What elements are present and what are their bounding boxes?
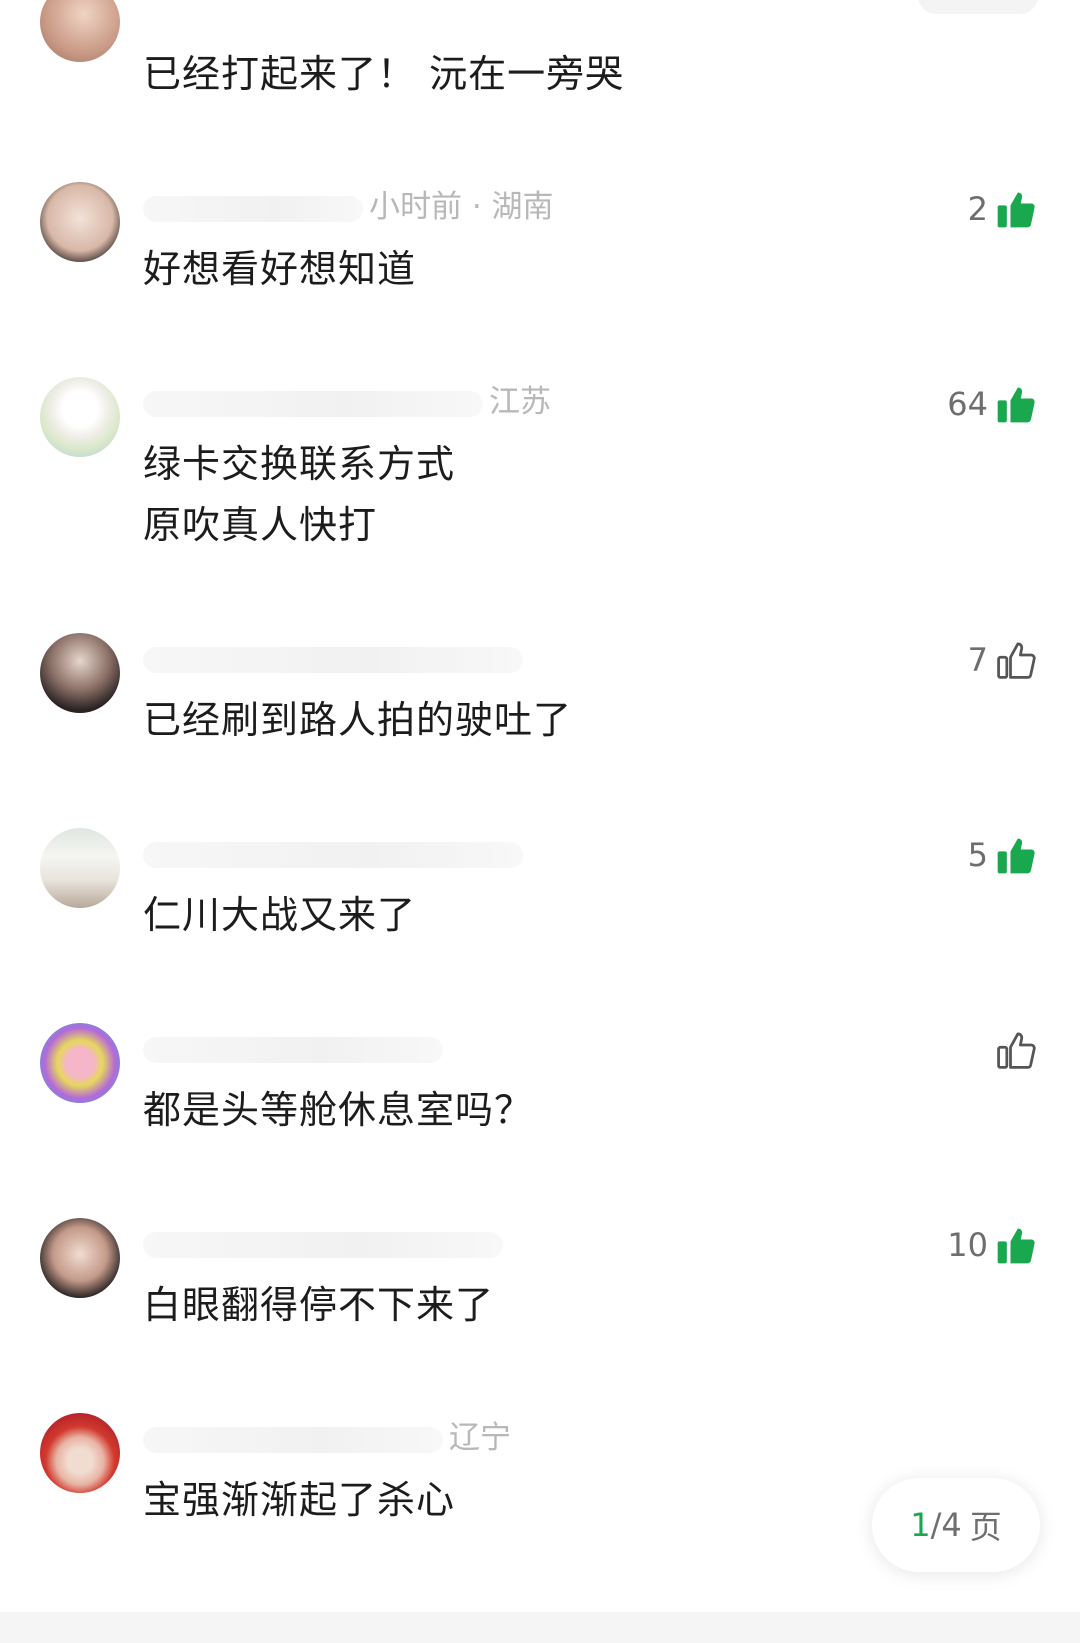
comment-meta (143, 638, 529, 678)
comment-text: 仁川大战又来了 (143, 893, 417, 937)
top-pill-shape (918, 0, 1038, 14)
comment-text: 好想看好想知道 (143, 247, 417, 291)
thumbs-up-outline-icon (997, 642, 1036, 679)
avatar[interactable] (40, 377, 120, 457)
comment-text: 绿卡交换联系方式 (143, 442, 456, 486)
avatar[interactable] (40, 0, 120, 62)
page-total: /4 (930, 1506, 962, 1544)
like-count: 64 (947, 385, 988, 423)
username-blur (143, 1426, 443, 1453)
like-control[interactable] (988, 1026, 1038, 1074)
thumbs-up-filled-icon (997, 387, 1035, 423)
username-blur (143, 841, 523, 868)
page-indicator[interactable]: 1/4 页 (872, 1478, 1040, 1572)
comment-text: 已经刷到路人拍的驶吐了 (143, 698, 573, 742)
avatar[interactable] (40, 1413, 120, 1493)
page-suffix: 页 (969, 1508, 1002, 1546)
like-control[interactable]: 2 (968, 185, 1038, 233)
avatar[interactable] (40, 1023, 120, 1103)
comment-meta: 辽宁 (143, 1418, 511, 1458)
username-blur (143, 390, 483, 417)
comment-text: 已经打起来了！ 沅在一旁哭 (143, 52, 625, 96)
avatar[interactable] (40, 828, 120, 908)
page-current: 1 (910, 1506, 931, 1544)
comment-meta-text: 江苏 (489, 384, 551, 420)
like-control[interactable]: 5 (968, 831, 1038, 879)
like-count: 7 (967, 641, 988, 679)
avatar[interactable] (40, 182, 120, 262)
thumbs-up-filled-icon (997, 192, 1035, 228)
comment-meta (143, 1223, 509, 1263)
comment-meta: 小时前 · 湖南 (143, 187, 554, 227)
like-control[interactable]: 7 (968, 636, 1038, 684)
comment-text: 都是头等舱休息室吗？ (143, 1088, 534, 1132)
username-blur (143, 1036, 443, 1063)
comment-meta (143, 1028, 449, 1068)
comment-meta (143, 833, 529, 873)
comment-text: 宝强渐渐起了杀心 (143, 1478, 456, 1522)
username-blur (143, 1231, 503, 1258)
thumbs-up-filled-icon (997, 838, 1035, 874)
avatar[interactable] (40, 633, 120, 713)
thumbs-up-filled-icon (997, 1228, 1035, 1264)
avatar[interactable] (40, 1218, 120, 1298)
bottom-bar (0, 1612, 1080, 1643)
like-count: 5 (967, 836, 988, 874)
comment-meta-text: 辽宁 (449, 1420, 511, 1456)
comment-text: 原吹真人快打 (143, 503, 378, 547)
like-control[interactable]: 10 (947, 1221, 1038, 1269)
comment-meta: 江苏 (143, 382, 551, 422)
like-count: 10 (947, 1226, 988, 1264)
comment-text: 白眼翻得停不下来了 (143, 1283, 495, 1327)
username-blur (143, 646, 523, 673)
username-blur (143, 195, 363, 222)
comment-meta-text: 小时前 · 湖南 (369, 189, 554, 225)
like-count: 2 (967, 190, 988, 228)
like-control[interactable]: 64 (947, 380, 1038, 428)
thumbs-up-outline-icon (997, 1032, 1036, 1069)
